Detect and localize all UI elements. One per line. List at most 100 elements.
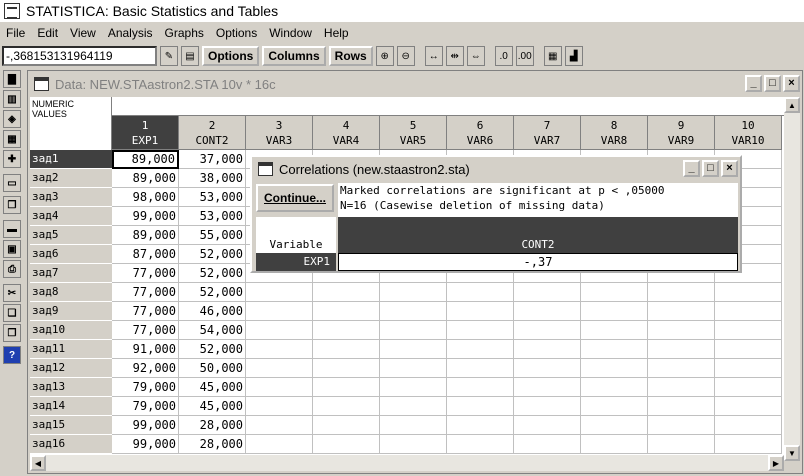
cut-icon[interactable]: ✂ bbox=[3, 284, 21, 302]
column-header[interactable]: 9 VAR9 bbox=[648, 116, 715, 150]
table-cell[interactable] bbox=[581, 302, 648, 321]
table-cell[interactable]: 89,000 bbox=[112, 169, 179, 188]
table-cell[interactable]: 55,000 bbox=[179, 226, 246, 245]
table-cell[interactable] bbox=[715, 302, 782, 321]
table-cell[interactable]: 37,000 bbox=[179, 150, 246, 169]
table-cell[interactable] bbox=[514, 416, 581, 435]
table-cell[interactable] bbox=[648, 302, 715, 321]
table-cell[interactable] bbox=[648, 340, 715, 359]
row-header[interactable]: зад9 bbox=[30, 302, 112, 321]
table-cell[interactable] bbox=[581, 416, 648, 435]
table-cell[interactable] bbox=[313, 302, 380, 321]
table-cell[interactable] bbox=[447, 302, 514, 321]
table-cell[interactable]: 52,000 bbox=[179, 264, 246, 283]
column-header[interactable]: 10 VAR10 bbox=[715, 116, 782, 150]
table-cell[interactable] bbox=[313, 283, 380, 302]
row-header[interactable]: зад6 bbox=[30, 245, 112, 264]
table-cell[interactable] bbox=[514, 321, 581, 340]
table-cell[interactable] bbox=[715, 378, 782, 397]
menu-analysis[interactable]: Analysis bbox=[102, 26, 159, 40]
table-cell[interactable]: 77,000 bbox=[112, 302, 179, 321]
table-cell[interactable]: 53,000 bbox=[179, 207, 246, 226]
menu-file[interactable]: File bbox=[0, 26, 31, 40]
table-cell[interactable] bbox=[380, 359, 447, 378]
column-header[interactable]: 7 VAR7 bbox=[514, 116, 581, 150]
table-cell[interactable] bbox=[447, 321, 514, 340]
rows-button[interactable]: Rows bbox=[328, 46, 373, 66]
table-cell[interactable] bbox=[581, 397, 648, 416]
scroll-up-icon[interactable]: ▲ bbox=[784, 97, 800, 113]
row-header[interactable]: зад15 bbox=[30, 416, 112, 435]
table-cell[interactable] bbox=[514, 435, 581, 454]
copy-icon[interactable]: ❏ bbox=[3, 304, 21, 322]
correlation-value[interactable]: -,37 bbox=[338, 253, 738, 271]
table-cell[interactable] bbox=[715, 416, 782, 435]
table-cell[interactable] bbox=[514, 340, 581, 359]
help-icon[interactable]: ? bbox=[3, 346, 21, 364]
table-cell[interactable] bbox=[715, 283, 782, 302]
correlation-row-header[interactable]: EXP1 bbox=[256, 253, 336, 271]
table-cell[interactable]: 99,000 bbox=[112, 416, 179, 435]
row-header[interactable]: зад1 bbox=[30, 150, 112, 169]
zoom-out-icon[interactable]: ⊖ bbox=[396, 46, 415, 66]
table-cell[interactable]: 53,000 bbox=[179, 188, 246, 207]
table-cell[interactable] bbox=[648, 416, 715, 435]
print-icon[interactable]: ⎙ bbox=[3, 260, 21, 278]
table-cell[interactable] bbox=[380, 416, 447, 435]
table-cell[interactable] bbox=[648, 283, 715, 302]
table-cell[interactable] bbox=[715, 397, 782, 416]
table-cell[interactable] bbox=[447, 283, 514, 302]
column-header[interactable]: 5 VAR5 bbox=[380, 116, 447, 150]
minimize-button[interactable]: _ bbox=[745, 75, 762, 92]
edit-value-icon[interactable]: ✎ bbox=[160, 46, 178, 66]
table-cell[interactable] bbox=[514, 283, 581, 302]
table-cell[interactable]: 87,000 bbox=[112, 245, 179, 264]
menu-edit[interactable]: Edit bbox=[31, 26, 64, 40]
table-cell[interactable] bbox=[514, 378, 581, 397]
table-cell[interactable] bbox=[380, 435, 447, 454]
row-header[interactable]: зад14 bbox=[30, 397, 112, 416]
analysis-icon[interactable]: ▥ bbox=[3, 90, 21, 108]
dialog-minimize-button[interactable]: _ bbox=[683, 160, 700, 177]
correlation-column-header[interactable]: CONT2 bbox=[338, 217, 738, 253]
vertical-scrollbar[interactable]: ▲ ▼ bbox=[784, 97, 800, 461]
table-cell[interactable]: 28,000 bbox=[179, 435, 246, 454]
column-header[interactable]: 8 VAR8 bbox=[581, 116, 648, 150]
table-cell[interactable]: 79,000 bbox=[112, 378, 179, 397]
table-cell[interactable]: 52,000 bbox=[179, 340, 246, 359]
table-cell[interactable] bbox=[380, 302, 447, 321]
table-cell[interactable] bbox=[313, 435, 380, 454]
row-header[interactable]: зад2 bbox=[30, 169, 112, 188]
table-cell[interactable]: 99,000 bbox=[112, 207, 179, 226]
table-cell[interactable]: 45,000 bbox=[179, 378, 246, 397]
dialog-close-button[interactable]: × bbox=[721, 160, 738, 177]
table-cell[interactable]: 77,000 bbox=[112, 264, 179, 283]
columns-button[interactable]: Columns bbox=[262, 46, 326, 66]
table-cell[interactable] bbox=[246, 397, 313, 416]
options-button[interactable]: Options bbox=[202, 46, 260, 66]
decrease-decimals-icon[interactable]: .00 bbox=[515, 46, 534, 66]
table-cell[interactable] bbox=[648, 397, 715, 416]
table-cell[interactable] bbox=[246, 283, 313, 302]
table-cell[interactable]: 50,000 bbox=[179, 359, 246, 378]
column-width-icon[interactable]: ↔ bbox=[424, 46, 443, 66]
row-header[interactable]: зад7 bbox=[30, 264, 112, 283]
table-cell[interactable]: 77,000 bbox=[112, 283, 179, 302]
table-cell[interactable]: 99,000 bbox=[112, 435, 179, 454]
cell-value-field[interactable]: -,368153131964119 bbox=[2, 46, 157, 66]
column-header[interactable]: 6 VAR6 bbox=[447, 116, 514, 150]
table-cell[interactable] bbox=[648, 378, 715, 397]
column-narrow-icon[interactable]: ⇹ bbox=[445, 46, 464, 66]
row-header[interactable]: зад4 bbox=[30, 207, 112, 226]
table-cell[interactable] bbox=[447, 416, 514, 435]
save-icon[interactable]: ▣ bbox=[3, 240, 21, 258]
stats-module-icon[interactable]: ▇ bbox=[3, 70, 21, 88]
table-cell[interactable]: 28,000 bbox=[179, 416, 246, 435]
table-cell[interactable] bbox=[246, 416, 313, 435]
menu-options[interactable]: Options bbox=[210, 26, 263, 40]
table-cell[interactable] bbox=[581, 283, 648, 302]
row-header[interactable]: зад3 bbox=[30, 188, 112, 207]
table-cell[interactable] bbox=[514, 359, 581, 378]
table-cell[interactable] bbox=[380, 321, 447, 340]
table-cell[interactable]: 52,000 bbox=[179, 245, 246, 264]
